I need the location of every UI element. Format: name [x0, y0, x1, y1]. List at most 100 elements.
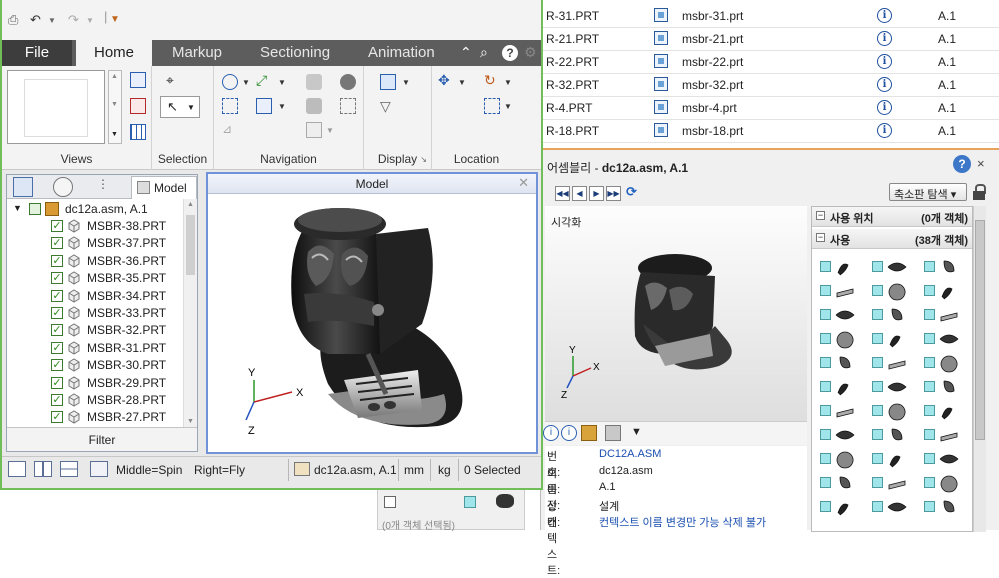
tree-item[interactable]: ✓ MSBR-37.PRT — [7, 235, 183, 252]
binoculars-icon[interactable]: ⌖ — [166, 72, 182, 88]
info-icon[interactable]: i — [877, 123, 892, 138]
used-part[interactable] — [918, 375, 968, 399]
part-checkbox[interactable] — [924, 453, 935, 464]
used-part[interactable] — [814, 327, 864, 351]
refresh-icon[interactable]: ⟳ — [626, 184, 637, 200]
used-part[interactable] — [814, 471, 864, 495]
file-name[interactable]: msbr-31.prt — [682, 9, 743, 23]
part-checkbox[interactable] — [820, 357, 831, 368]
cube-icon[interactable] — [380, 74, 396, 90]
part-checkbox[interactable] — [820, 285, 831, 296]
filter-icon[interactable]: ▽ — [380, 98, 396, 114]
tab-sectioning[interactable]: Sectioning — [260, 40, 330, 66]
info-icon[interactable]: i — [877, 54, 892, 69]
file-name[interactable]: msbr-32.prt — [682, 78, 743, 92]
used-part[interactable] — [814, 495, 864, 519]
info-icon[interactable]: i — [877, 77, 892, 92]
used-part[interactable] — [866, 399, 916, 423]
visibility-checkbox[interactable]: ✓ — [51, 359, 63, 372]
visibility-checkbox[interactable]: ✓ — [51, 411, 63, 424]
tab-markup-icon[interactable] — [53, 177, 73, 197]
info-icon[interactable]: i — [877, 100, 892, 115]
layout-stack-icon[interactable] — [60, 461, 78, 477]
filter-bar[interactable]: Filter — [7, 427, 197, 451]
search-icon[interactable]: ⌕ — [480, 44, 488, 61]
used-part[interactable] — [866, 495, 916, 519]
used-part[interactable] — [814, 255, 864, 279]
part-checkbox[interactable] — [820, 453, 831, 464]
uses-header[interactable]: − 사용 (38개 객체) — [812, 229, 972, 249]
used-part[interactable] — [918, 399, 968, 423]
where-used-header[interactable]: − 사용 위치 (0개 객체) — [812, 207, 972, 227]
orient-icon[interactable] — [130, 98, 146, 114]
customize-icon[interactable]: ▼ — [110, 14, 120, 25]
used-part[interactable] — [866, 375, 916, 399]
undo-icon[interactable]: ↶ — [30, 12, 41, 28]
rotate-icon[interactable]: ↻ — [484, 72, 500, 88]
used-part[interactable] — [866, 279, 916, 303]
part-checkbox[interactable] — [924, 381, 935, 392]
visibility-checkbox[interactable]: ✓ — [51, 272, 63, 285]
part-checkbox[interactable] — [924, 309, 935, 320]
move-icon[interactable]: ✥ — [438, 72, 454, 88]
forward-icon[interactable]: ▶ — [589, 186, 604, 201]
tree-item[interactable]: ✓ MSBR-36.PRT — [7, 253, 183, 270]
part-checkbox[interactable] — [820, 261, 831, 272]
used-part[interactable] — [814, 279, 864, 303]
part-checkbox[interactable] — [872, 501, 883, 512]
property-value[interactable]: 컨텍스트 이름 변경만 가능 삭제 불가 — [599, 514, 766, 530]
zoom-window-icon[interactable] — [222, 98, 238, 114]
used-part[interactable] — [918, 447, 968, 471]
part-checkbox[interactable] — [872, 477, 883, 488]
layout-full-icon[interactable] — [90, 461, 108, 477]
used-part[interactable] — [918, 255, 968, 279]
visibility-checkbox[interactable]: ✓ — [51, 237, 63, 250]
visibility-checkbox[interactable]: ✓ — [51, 289, 63, 302]
visibility-checkbox[interactable]: ✓ — [51, 376, 63, 389]
file-row[interactable]: R-4.PRT msbr-4.prt i A.1 — [540, 97, 999, 120]
browse-mode-dropdown[interactable]: 축소판 탐색 ▾ — [889, 183, 967, 201]
tab-structure-icon[interactable] — [13, 177, 33, 197]
part-checkbox[interactable] — [872, 381, 883, 392]
settings-icon[interactable] — [605, 425, 621, 441]
tree-item[interactable]: ✓ MSBR-30.PRT — [7, 357, 183, 374]
part-checkbox[interactable] — [924, 477, 935, 488]
fit-icon[interactable] — [340, 98, 356, 114]
used-part[interactable] — [866, 255, 916, 279]
visualization-area[interactable]: 시각화 Y X Z — [545, 206, 807, 421]
part-checkbox[interactable] — [924, 285, 935, 296]
visibility-checkbox[interactable]: ✓ — [51, 341, 63, 354]
spin-icon[interactable] — [340, 74, 356, 90]
visibility-checkbox[interactable]: ✓ — [51, 324, 63, 337]
usage-scrollbar[interactable] — [973, 206, 986, 532]
part-checkbox[interactable] — [872, 453, 883, 464]
settings-icon[interactable]: ⚙ — [524, 44, 537, 61]
used-part[interactable] — [814, 375, 864, 399]
file-row[interactable]: R-21.PRT msbr-21.prt i A.1 — [540, 28, 999, 51]
tab-file[interactable]: File — [2, 40, 72, 66]
layout-single-icon[interactable] — [8, 461, 26, 477]
tree-item[interactable]: ✓ MSBR-34.PRT — [7, 288, 183, 305]
part-checkbox[interactable] — [872, 429, 883, 440]
tree-item[interactable]: ✓ MSBR-27.PRT — [7, 409, 183, 426]
checkbox[interactable] — [29, 203, 41, 215]
chevron-down-icon[interactable]: ▼ — [48, 16, 56, 25]
measure-icon[interactable]: ⊿ — [222, 122, 238, 138]
part-checkbox[interactable] — [924, 261, 935, 272]
tree-scrollbar[interactable]: ▲ ▼ — [183, 199, 197, 427]
part-checkbox[interactable] — [820, 381, 831, 392]
select-mode-button[interactable]: ↖ ▼ — [160, 96, 200, 118]
view-icon[interactable] — [256, 98, 272, 114]
fly-icon[interactable]: ⤢ — [256, 72, 272, 88]
tree-root[interactable]: ▼ dc12a.asm, A.1 — [7, 201, 183, 218]
used-part[interactable] — [918, 303, 968, 327]
file-name[interactable]: msbr-22.prt — [682, 55, 743, 69]
layout-split-icon[interactable] — [34, 461, 52, 477]
zoom-icon[interactable] — [222, 74, 238, 90]
info-icon[interactable]: i — [543, 425, 559, 441]
part-checkbox[interactable] — [820, 477, 831, 488]
tab-hierarchy-icon[interactable]: ⋮ — [93, 177, 113, 197]
used-part[interactable] — [814, 303, 864, 327]
part-checkbox[interactable] — [924, 501, 935, 512]
help-icon[interactable]: ? — [953, 155, 971, 173]
